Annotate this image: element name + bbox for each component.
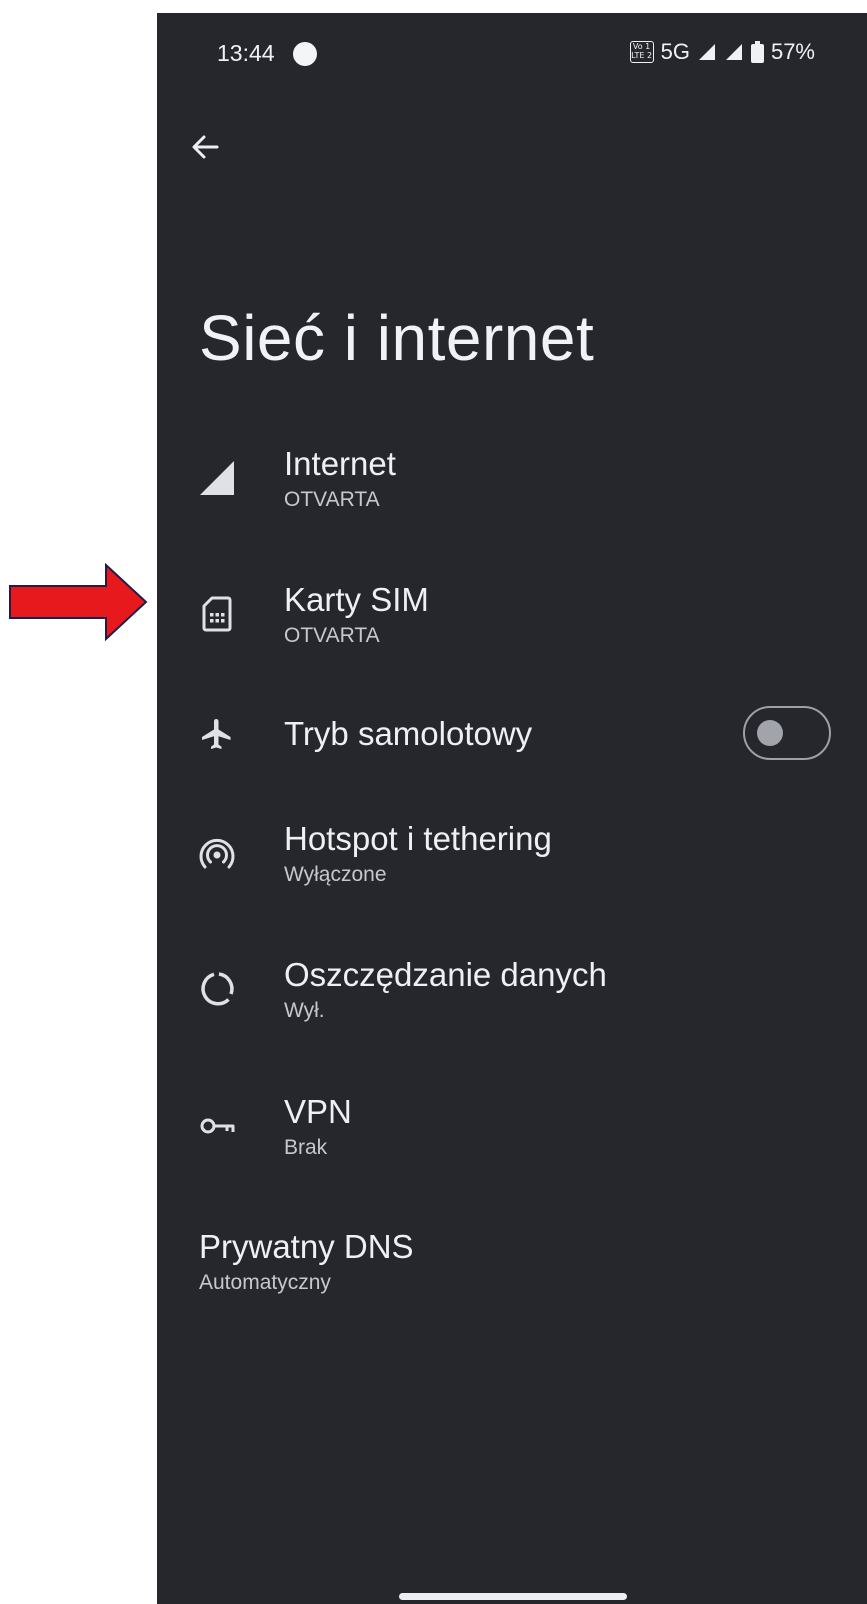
status-time: 13:44 [217, 40, 275, 66]
airplane-icon [197, 714, 237, 754]
item-title: Oszczędzanie danych [284, 956, 607, 993]
volte-line2: LTE 2 [631, 51, 653, 60]
item-subtitle: Automatyczny [199, 1271, 331, 1294]
item-subtitle: Wyłączone [284, 863, 387, 886]
item-title: VPN [284, 1093, 352, 1130]
item-title: Tryb samolotowy [284, 715, 533, 752]
volte-line1: Vo 1 [632, 42, 651, 51]
network-type: 5G [660, 39, 690, 64]
item-subtitle: Brak [284, 1136, 328, 1159]
sim-card-icon [197, 594, 237, 634]
battery-icon [750, 41, 764, 63]
notification-dot-icon [293, 42, 317, 66]
status-icons: Vo 1 LTE 2 5G 57% [629, 39, 815, 65]
signal-strength-icon-2 [725, 44, 742, 60]
item-title: Internet [284, 445, 396, 482]
arrow-back-icon [192, 135, 219, 159]
vpn-key-icon [197, 1106, 237, 1146]
item-title: Hotspot i tethering [284, 820, 552, 857]
item-subtitle: Wył. [284, 999, 325, 1022]
item-subtitle: OTVARTA [284, 624, 380, 647]
phone-screen: 13:44 Vo 1 LTE 2 5G 57% Sieć i internet … [157, 13, 867, 1604]
page-title: Sieć i internet [199, 302, 595, 374]
signal-strength-icon [698, 44, 715, 60]
gesture-nav-handle[interactable] [399, 1593, 627, 1600]
battery-percent: 57% [770, 39, 815, 64]
hotspot-icon [197, 833, 237, 873]
item-title: Prywatny DNS [199, 1228, 414, 1265]
back-button[interactable] [181, 123, 229, 171]
status-bar: 13:44 Vo 1 LTE 2 5G 57% [157, 13, 867, 69]
item-subtitle: OTVARTA [284, 488, 380, 511]
signal-icon [197, 458, 237, 498]
red-arrow-annotation-icon [9, 563, 148, 641]
data-saver-icon [197, 969, 237, 1009]
volte-icon: Vo 1 LTE 2 [629, 41, 654, 63]
item-title: Karty SIM [284, 581, 429, 618]
airplane-mode-toggle[interactable] [743, 706, 831, 760]
toggle-knob [757, 720, 783, 746]
